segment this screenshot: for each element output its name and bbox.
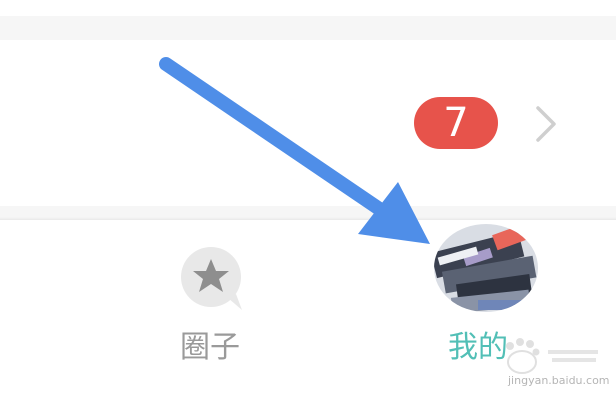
chevron-right-icon[interactable] <box>526 104 566 144</box>
list-row[interactable] <box>0 40 616 206</box>
screen: 7 圈子 我的 jingyan.baidu.com <box>0 0 616 404</box>
top-separator <box>0 16 616 40</box>
watermark-text: jingyan.baidu.com <box>508 374 610 387</box>
avatar[interactable] <box>428 222 544 314</box>
tab-circle-label[interactable]: 圈子 <box>150 322 270 366</box>
section-divider <box>0 206 616 220</box>
notification-badge: 7 <box>414 97 498 149</box>
